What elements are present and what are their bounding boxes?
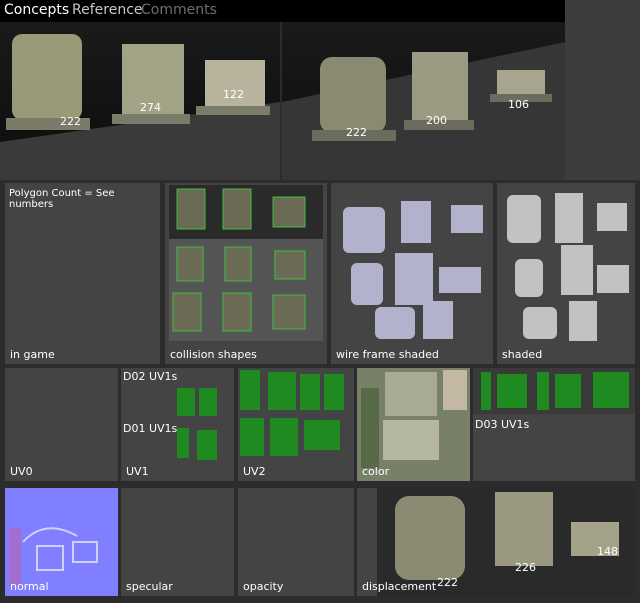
wireframe-render	[343, 201, 483, 339]
panel-displacement[interactable]: displacement 222 226 148	[357, 488, 635, 596]
panel-collision-shapes[interactable]: collision shapes	[165, 183, 327, 364]
panel-label: color	[362, 465, 390, 478]
uv1-islands	[177, 388, 217, 460]
right-strip	[565, 0, 640, 180]
d01-uv-label: D01 UV1s	[123, 422, 178, 435]
poly-count-label: 274	[140, 101, 161, 114]
poly-count-label: 148	[597, 545, 618, 558]
hero-render-left: 222 274 122	[0, 22, 280, 180]
panel-in-game[interactable]: Polygon Count = See numbers in game	[5, 183, 160, 364]
poly-count-label: 122	[223, 88, 244, 101]
panel-color[interactable]: color	[357, 368, 470, 481]
panel-uv1[interactable]: D02 UV1s D01 UV1s UV1	[121, 368, 234, 481]
uv2-islands	[240, 370, 344, 456]
d03-uv-label: D03 UV1s	[475, 418, 530, 431]
poly-count-label: 106	[508, 98, 529, 111]
panel-uv2[interactable]: UV2	[238, 368, 354, 481]
panel-label: opacity	[243, 580, 284, 593]
panel-uv0[interactable]: UV0	[5, 368, 118, 481]
shaded-render	[507, 193, 629, 341]
tab-concepts[interactable]: Concepts	[4, 2, 69, 18]
panel-opacity[interactable]: opacity	[238, 488, 354, 596]
panel-d03-uv[interactable]: D03 UV1s	[473, 368, 635, 481]
panel-label: specular	[126, 580, 173, 593]
panel-label: UV2	[243, 465, 266, 478]
poly-count-label: 222	[437, 576, 458, 589]
collision-shapes-grid	[169, 185, 323, 341]
panel-label: displacement	[362, 580, 437, 593]
tab-bar: Concepts Reference Comments	[0, 0, 565, 22]
poly-count-label: 226	[515, 561, 536, 574]
poly-count-label: 222	[346, 126, 367, 139]
panel-normal[interactable]: normal	[5, 488, 118, 596]
panel-label: shaded	[502, 348, 543, 361]
panel-label: collision shapes	[170, 348, 257, 361]
panel-label: normal	[10, 580, 49, 593]
tab-reference[interactable]: Reference	[72, 2, 143, 18]
panel-label: UV0	[10, 465, 33, 478]
panel-label: in game	[10, 348, 55, 361]
d03-uv-islands	[473, 368, 635, 414]
poly-count-label: 222	[60, 115, 81, 128]
panel-label: UV1	[126, 465, 149, 478]
tab-comments[interactable]: Comments	[141, 2, 217, 18]
panel-label: wire frame shaded	[336, 348, 439, 361]
poly-count-label: 200	[426, 114, 447, 127]
hero-render-right: 222 200 106	[282, 22, 565, 180]
polygon-count-note: Polygon Count = See numbers	[9, 188, 115, 210]
d02-uv-label: D02 UV1s	[123, 370, 178, 383]
panel-specular[interactable]: specular	[121, 488, 234, 596]
panel-wireframe-shaded[interactable]: wire frame shaded	[331, 183, 493, 364]
panel-shaded[interactable]: shaded	[497, 183, 635, 364]
